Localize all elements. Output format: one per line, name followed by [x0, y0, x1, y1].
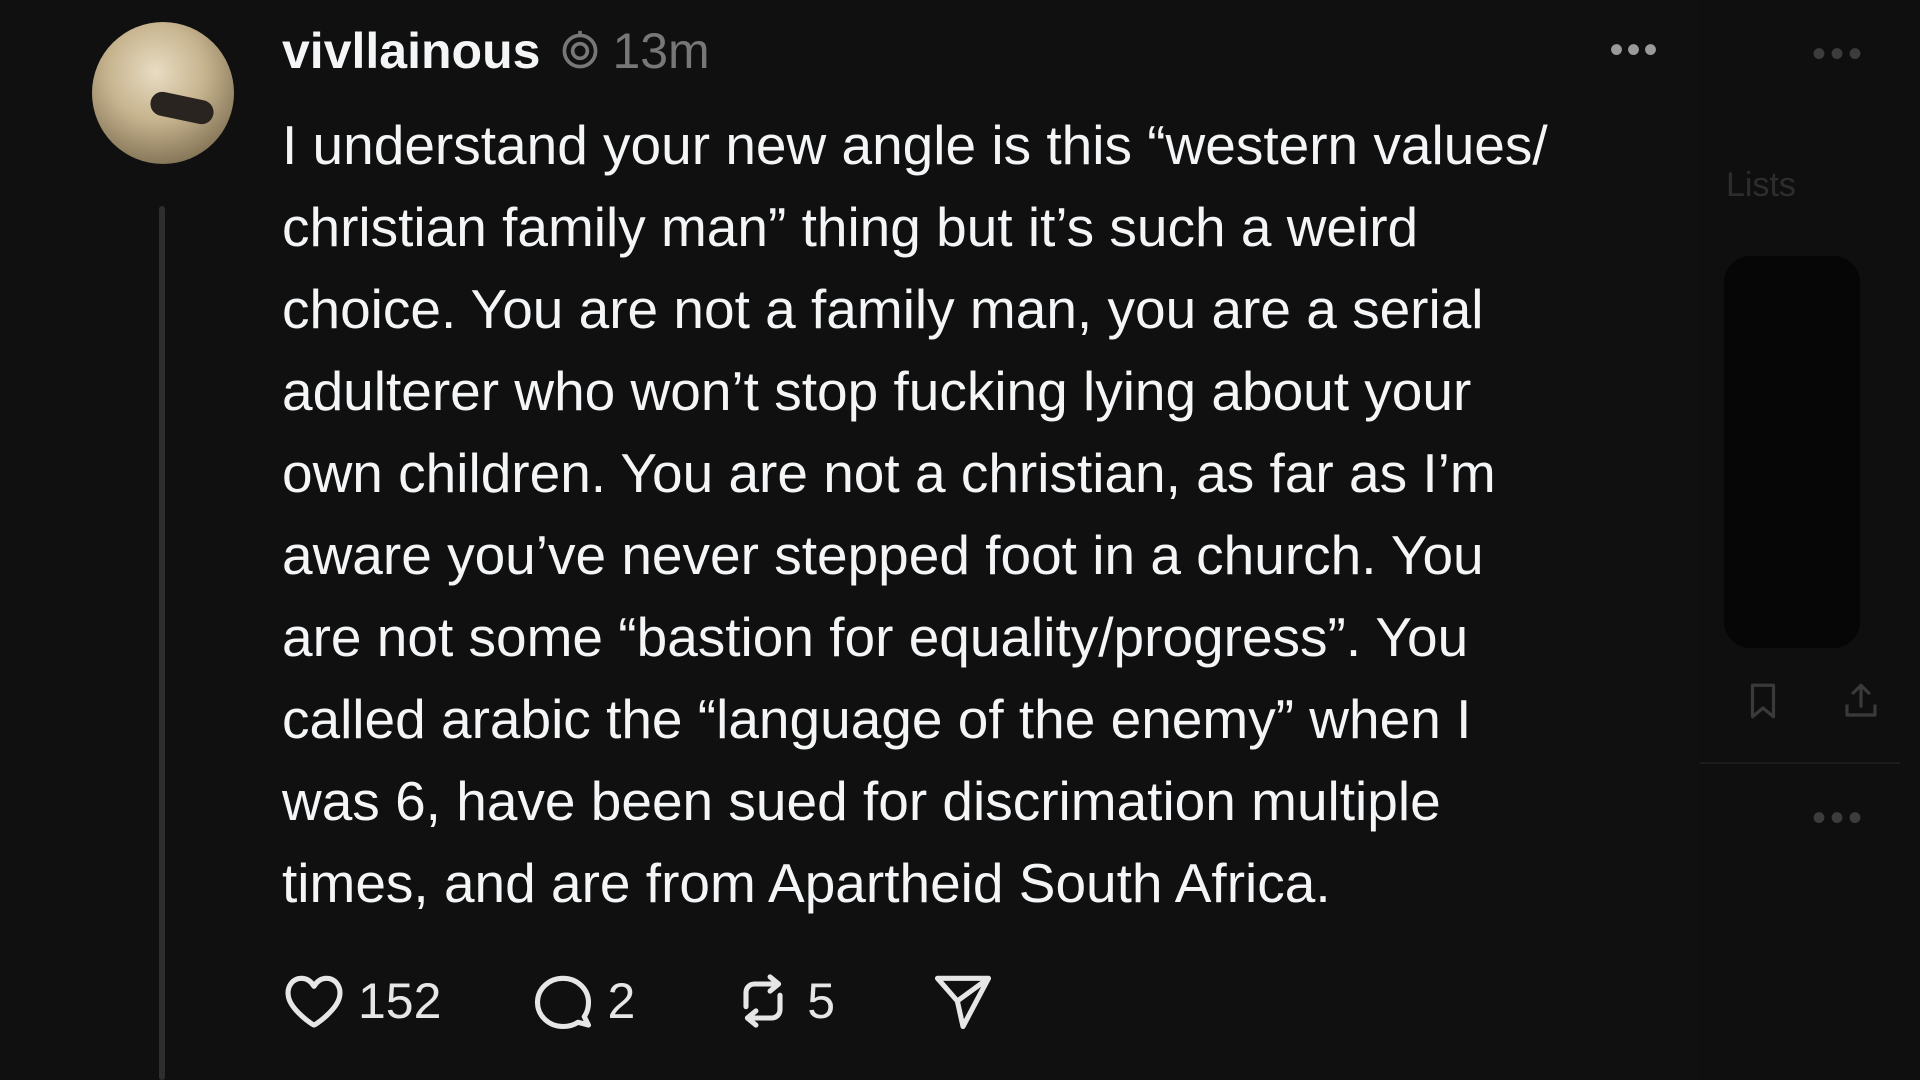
reply-button[interactable]: 2 [529, 967, 635, 1035]
avatar[interactable] [92, 22, 234, 164]
right-more-button-lower[interactable]: ••• [1812, 796, 1866, 841]
share-button[interactable] [929, 967, 997, 1035]
post-header: vivllainous 13m [282, 20, 710, 82]
share-icon[interactable] [1840, 680, 1882, 722]
comment-icon [535, 975, 592, 1030]
right-actions [1742, 680, 1882, 722]
thread-connector-line [159, 206, 165, 1080]
repost-button[interactable]: 5 [729, 967, 835, 1035]
lists-label: Lists [1726, 166, 1796, 204]
reply-count: 2 [607, 973, 636, 1029]
repost-icon [743, 974, 783, 1028]
more-options-button[interactable]: ••• [1600, 22, 1670, 78]
thread-post: vivllainous 13m ••• I understand your ne… [0, 0, 1700, 1080]
threads-icon [558, 29, 602, 73]
avatar-sunglasses [148, 89, 216, 127]
media-thumbnail[interactable] [1724, 256, 1860, 648]
username[interactable]: vivllainous [282, 22, 540, 80]
post-body-text: I understand your new angle is this “wes… [282, 114, 1548, 914]
like-button[interactable]: 152 [280, 967, 441, 1035]
right-column-background: ••• Lists ••• [1700, 0, 1920, 1080]
threads-page: e ore fic sa km m vivllainous 13m ••• I … [0, 0, 1920, 1080]
right-divider [1700, 762, 1900, 764]
repost-count: 5 [807, 973, 836, 1029]
post-timestamp: 13m [612, 23, 710, 79]
like-count: 152 [358, 973, 442, 1029]
send-icon [935, 975, 992, 1030]
post-actions-bar: 152 2 5 [280, 966, 997, 1036]
bookmark-icon[interactable] [1742, 680, 1784, 722]
heart-icon [285, 975, 343, 1028]
right-more-button[interactable]: ••• [1812, 32, 1866, 77]
